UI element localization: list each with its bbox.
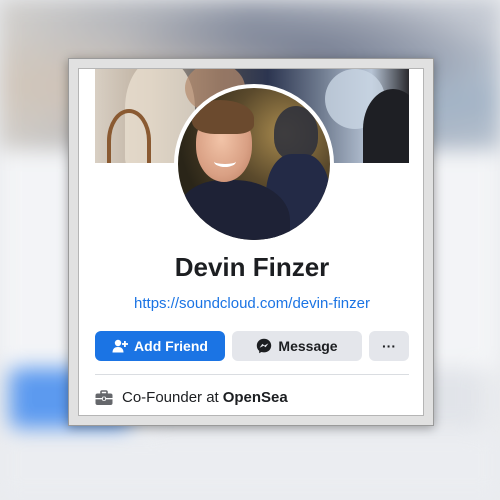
avatar-detail <box>192 100 254 134</box>
divider <box>95 374 409 375</box>
avatar-detail <box>214 156 236 167</box>
add-friend-icon <box>112 339 129 353</box>
work-company[interactable]: OpenSea <box>223 389 288 406</box>
avatar[interactable] <box>174 84 334 244</box>
profile-name: Devin Finzer <box>174 252 330 282</box>
add-friend-label: Add Friend <box>134 338 208 354</box>
picture-frame: Devin Finzer https://soundcloud.com/devi… <box>68 58 434 426</box>
more-options-button[interactable]: ··· <box>369 331 409 361</box>
work-title: Co-Founder at <box>122 389 219 406</box>
message-label: Message <box>278 338 338 354</box>
profile-card: Devin Finzer https://soundcloud.com/devi… <box>78 68 424 416</box>
add-friend-button[interactable]: Add Friend <box>95 331 225 361</box>
messenger-icon <box>256 338 272 354</box>
message-button[interactable]: Message <box>232 331 362 361</box>
avatar-detail <box>274 106 318 160</box>
briefcase-icon <box>95 389 113 406</box>
more-icon: ··· <box>382 338 396 354</box>
work-info: Co-Founder at OpenSea <box>95 389 288 406</box>
website-link[interactable]: https://soundcloud.com/devin-finzer <box>79 295 423 312</box>
blurred-footer <box>0 430 500 500</box>
